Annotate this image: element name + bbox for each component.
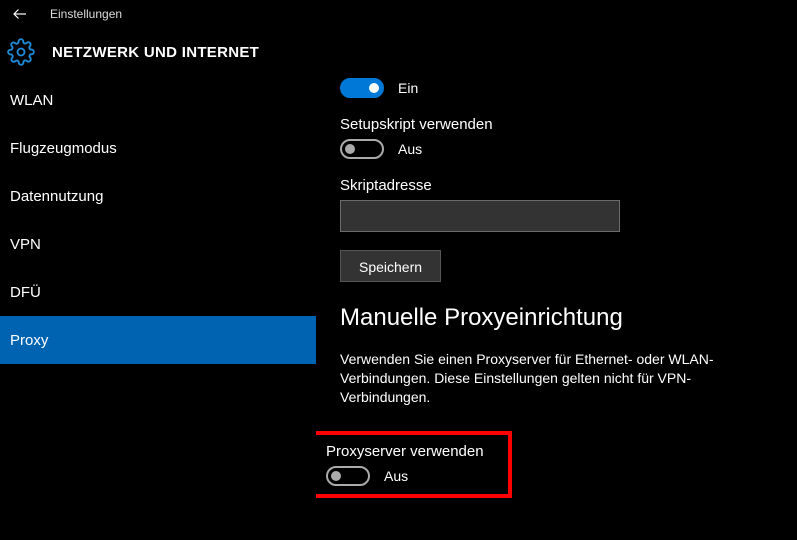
- titlebar: Einstellungen: [0, 0, 797, 28]
- sidebar: WLAN Flugzeugmodus Datennutzung VPN DFÜ …: [0, 76, 316, 540]
- script-address-input[interactable]: [340, 200, 620, 232]
- window-title: Einstellungen: [50, 7, 122, 21]
- page-title: NETZWERK UND INTERNET: [52, 44, 259, 61]
- use-proxy-label: Proxyserver verwenden: [326, 443, 498, 460]
- sidebar-item-wlan[interactable]: WLAN: [0, 76, 316, 124]
- sidebar-item-label: Flugzeugmodus: [10, 140, 117, 157]
- toggle-state-label: Aus: [398, 141, 422, 157]
- sidebar-item-vpn[interactable]: VPN: [0, 220, 316, 268]
- script-address-label: Skriptadresse: [340, 177, 773, 194]
- manual-proxy-heading: Manuelle Proxyeinrichtung: [340, 304, 773, 332]
- content-pane: Ein Setupskript verwenden Aus Skriptadre…: [316, 76, 797, 540]
- setup-script-toggle[interactable]: [340, 139, 384, 159]
- toggle-state-label: Ein: [398, 80, 418, 96]
- save-button[interactable]: Speichern: [340, 250, 441, 282]
- sidebar-item-label: VPN: [10, 236, 41, 253]
- sidebar-item-label: WLAN: [10, 92, 53, 109]
- sidebar-item-dfu[interactable]: DFÜ: [0, 268, 316, 316]
- sidebar-item-datausage[interactable]: Datennutzung: [0, 172, 316, 220]
- highlight-annotation: Proxyserver verwenden Aus: [316, 431, 512, 498]
- back-button[interactable]: [8, 2, 32, 26]
- setup-script-label: Setupskript verwenden: [340, 116, 773, 133]
- sidebar-item-flightmode[interactable]: Flugzeugmodus: [0, 124, 316, 172]
- use-proxy-toggle[interactable]: [326, 466, 370, 486]
- manual-proxy-description: Verwenden Sie einen Proxyserver für Ethe…: [340, 350, 740, 407]
- settings-gear-icon: [6, 37, 36, 67]
- toggle-state-label: Aus: [384, 468, 408, 484]
- sidebar-item-label: Datennutzung: [10, 188, 103, 205]
- sidebar-item-label: DFÜ: [10, 284, 41, 301]
- header: NETZWERK UND INTERNET: [0, 28, 797, 76]
- arrow-left-icon: [11, 5, 29, 23]
- auto-detect-toggle[interactable]: [340, 78, 384, 98]
- sidebar-item-proxy[interactable]: Proxy: [0, 316, 316, 364]
- sidebar-item-label: Proxy: [10, 332, 48, 349]
